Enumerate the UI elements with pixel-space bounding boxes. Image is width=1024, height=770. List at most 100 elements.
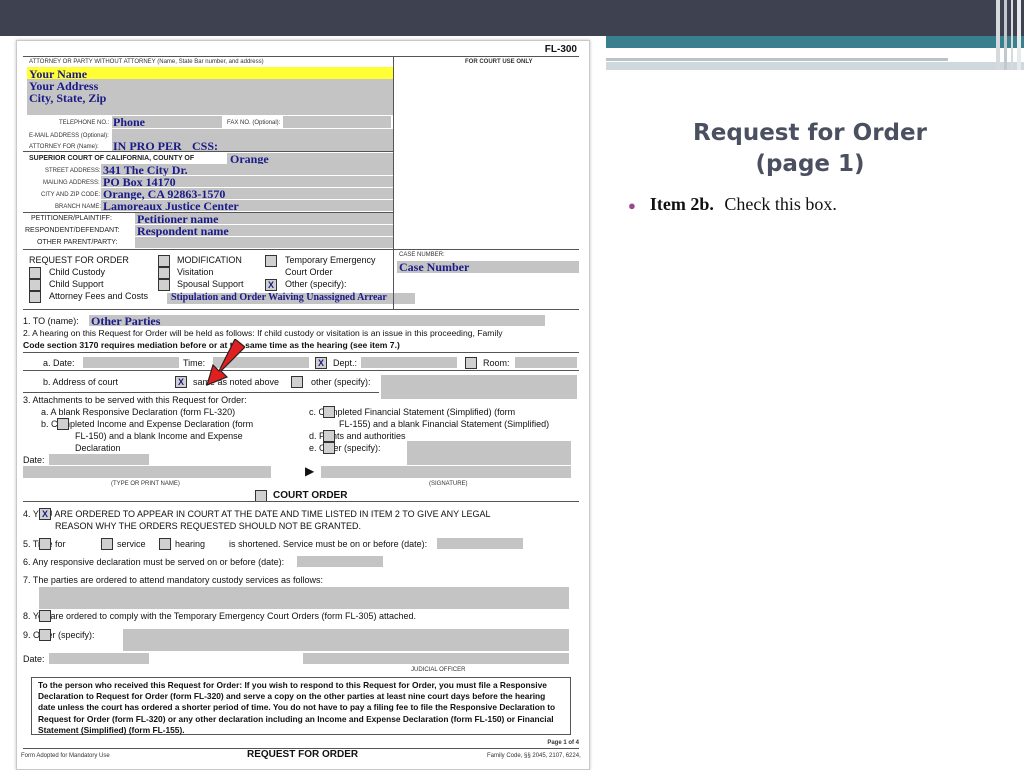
item3b-checkbox[interactable] [57,418,69,430]
slide-title: Request for Order (page 1) [660,118,960,180]
item9-label: 9. Other (specify): [23,630,95,640]
cityzip-label: CITY AND ZIP CODE: [41,192,101,198]
visitation-label: Visitation [177,267,214,277]
item3d-checkbox[interactable] [323,430,335,442]
bullet-dot-icon: ● [628,198,636,213]
footer-title: REQUEST FOR ORDER [247,749,359,760]
other-address-checkbox[interactable] [291,376,303,388]
other-specify-label: Other (specify): [285,279,347,289]
judicial-officer-field [303,653,569,664]
item5-time-checkbox[interactable] [39,538,51,550]
phone-value: Phone [113,115,146,129]
mailing-label: MAILING ADDRESS: [43,180,100,186]
item5-service-checkbox[interactable] [101,538,113,550]
child-support-checkbox[interactable] [29,279,41,291]
street-label: STREET ADDRESS: [45,168,101,174]
fl300-form: FL-300 ATTORNEY OR PARTY WITHOUT ATTORNE… [16,40,590,770]
visitation-checkbox[interactable] [158,267,170,279]
slide-accent-band [606,62,1024,70]
item3e-field [407,441,571,465]
item7-field [39,587,569,609]
bullet-text: Check this box. [724,194,837,214]
form-id: FL-300 [544,44,577,55]
rfo-top-rule [23,249,579,250]
other-parent-label: OTHER PARENT/PARTY: [37,239,118,246]
judicial-officer-caption: JUDICIAL OFFICER [411,667,466,673]
time-label: Time: [183,358,206,368]
other-specify-checkbox[interactable]: X [265,279,277,291]
item6-date-field [297,556,383,567]
item5-c: hearing [175,539,206,549]
item2-line1: 2. A hearing on this Request for Order w… [23,328,503,338]
other-parent-field [135,237,393,248]
item4-checkbox[interactable]: X [39,508,51,520]
rfo-date-label: Date: [23,455,45,465]
same-as-noted-checkbox[interactable]: X [175,376,187,388]
slide-corner-stripes [994,0,1024,70]
slide-title-line1: Request for Order [693,120,927,146]
attorney-fees-checkbox[interactable] [29,291,41,303]
item3-label: 3. Attachments to be served with this Re… [23,395,247,405]
item9-field [123,629,569,651]
slide-top-bar [0,0,1024,36]
court-use-divider [393,56,394,249]
other-address-field [381,375,577,399]
item8-checkbox[interactable] [39,610,51,622]
item3c-line2: FL-155) and a blank Financial Statement … [339,419,550,429]
item6-label: 6. Any responsive declaration must be se… [23,557,285,567]
order-date-label: Date: [23,654,45,664]
print-name-field [23,466,271,478]
type-print-caption: (TYPE OR PRINT NAME) [111,481,180,487]
spousal-support-checkbox[interactable] [158,279,170,291]
item3c-checkbox[interactable] [323,406,335,418]
child-custody-checkbox[interactable] [29,267,41,279]
telephone-label: TELEPHONE NO.: [59,120,110,126]
child-support-label: Child Support [49,279,104,289]
modification-label: MODIFICATION [177,255,242,265]
signature-field [321,466,571,478]
date-label: a. Date: [43,358,75,368]
address-of-court-label: b. Address of court [43,377,119,387]
item7-label: 7. The parties are ordered to attend man… [23,575,323,585]
signature-arrow-icon: ▶ [305,464,315,478]
item1-label: 1. TO (name): [23,316,79,326]
hearing-bottom-rule [23,392,379,393]
dept-label: Dept.: [333,358,358,368]
fax-label: FAX NO. (Optional): [227,120,281,126]
order-date-field [49,653,149,664]
other-address-label: other (specify): [311,377,371,387]
court-order-label: Court Order [285,267,333,277]
item5-hearing-checkbox[interactable] [159,538,171,550]
petitioner-label: PETITIONER/PLAINTIFF: [31,215,112,222]
court-use-label: FOR COURT USE ONLY [465,59,533,65]
item5-d: is shortened. Service must be on or befo… [229,539,428,549]
slide-accent-line [606,58,948,61]
bullet-strong: Item 2b. [649,194,714,214]
slide-accent-bar [606,36,1024,48]
item3e-checkbox[interactable] [323,442,335,454]
rfo-bottom-rule [23,309,579,310]
notice-box: To the person who received this Request … [31,677,571,735]
fax-field [283,116,391,128]
temp-emergency-checkbox[interactable] [265,255,277,267]
item3e-label: e. Other (specify): [309,443,381,453]
city-state-zip: City, State, Zip [29,91,107,105]
attorney-for-label: ATTORNEY FOR (Name): [29,144,99,150]
item3c-line1: c. Completed Financial Statement (Simpli… [309,407,516,417]
item9-checkbox[interactable] [39,629,51,641]
item3b-line3: Declaration [75,443,121,453]
temp-emergency-label: Temporary Emergency [285,255,376,265]
hearing-date-field [83,357,179,368]
court-rule [23,151,393,152]
room-checkbox[interactable] [465,357,477,369]
dept-checkbox[interactable]: X [315,357,327,369]
item1-value: Other Parties [91,314,161,328]
room-field [515,357,577,368]
respondent-label: RESPONDENT/DEFENDANT: [25,227,120,234]
item3b-line1: b. Completed Income and Expense Declarat… [41,419,254,429]
case-number-divider [393,249,394,309]
modification-checkbox[interactable] [158,255,170,267]
rfo-date-field [49,454,149,465]
slide-title-line2: (page 1) [755,151,865,177]
red-arrow-icon [206,339,245,387]
